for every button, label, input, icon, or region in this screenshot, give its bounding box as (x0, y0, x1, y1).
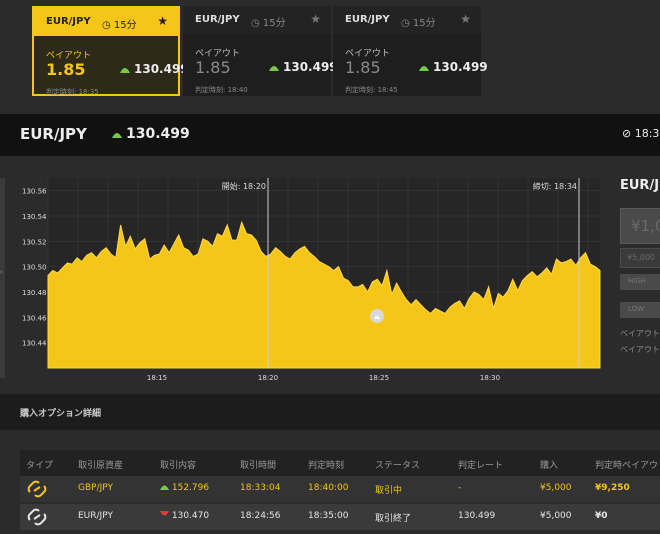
rate-up-icon (160, 485, 169, 490)
option-card-1[interactable]: EUR/JPY ◷ 15分 ★ ペイアウト 1.85 130.499 判定時刻:… (32, 6, 189, 96)
x-tick-label: 18:20 (258, 374, 278, 382)
favorite-star-icon[interactable]: ★ (157, 14, 168, 28)
details-section-title: 購入オプション詳細 (0, 394, 660, 430)
cell-status: 取引中 (375, 486, 403, 496)
link-type-icon (27, 508, 47, 526)
y-tick-label: 130.46 (22, 314, 47, 322)
col-type: タイプ (26, 461, 54, 471)
y-tick-label: 130.48 (22, 289, 47, 297)
countdown-clock: ⊘ 18:35 (622, 127, 660, 140)
favorite-star-icon[interactable]: ★ (310, 12, 321, 26)
panel-payout-note: ペイアウト (620, 345, 660, 354)
card-duration: ◷ 15分 (401, 18, 436, 29)
start-label: 開始: 18:20 (222, 181, 266, 191)
y-tick-label: 130.56 (22, 188, 47, 196)
col-content: 取引内容 (160, 461, 197, 471)
card-rate: 130.499 (283, 60, 338, 74)
rate-up-icon (419, 66, 429, 71)
col-judge-rate: 判定レート (458, 461, 504, 471)
rate-up-icon (120, 68, 130, 73)
favorite-star-icon[interactable]: ★ (460, 12, 471, 26)
card-pair: EUR/JPY (46, 16, 91, 27)
end-label: 締切: 18:34 (533, 181, 577, 191)
judge-time: 判定時刻: 18:35 (46, 88, 99, 96)
card-header: EUR/JPY ◷ 15分 ★ (333, 6, 481, 34)
col-time: 取引時間 (240, 461, 277, 471)
cell-content: 130.470 (160, 511, 209, 521)
amount-input[interactable]: ¥1,000 (620, 208, 660, 244)
card-duration: ◷ 15分 (251, 18, 286, 29)
cell-judge-time: 18:35:00 (308, 511, 349, 521)
cell-asset: GBP/JPY (78, 483, 113, 493)
col-payout: 判定時ペイアウト (595, 461, 660, 471)
chart-area: › 開始: 18:20 締切: 18:34 130.56 130.54 130.52… (0, 156, 660, 394)
no-entry-icon: ⊘ (622, 127, 632, 140)
cell-payout: ¥0 (595, 511, 608, 521)
cell-content: 152.796 (160, 483, 209, 493)
y-tick-label: 130.44 (22, 340, 47, 348)
cell-payout: ¥9,250 (595, 483, 630, 493)
price-chart: 開始: 18:20 締切: 18:34 130.56130.54130.5213… (22, 178, 601, 382)
x-tick-label: 18:25 (369, 374, 389, 382)
payout-value: 1.85 (195, 58, 231, 77)
card-duration: ◷ 15分 (102, 20, 137, 31)
col-judge-time: 判定時刻 (308, 461, 345, 471)
payout-value: 1.85 (46, 60, 86, 79)
judge-time: 判定時刻: 18:40 (195, 86, 248, 94)
judge-time: 判定時刻: 18:45 (345, 86, 398, 94)
col-buy: 購入 (540, 461, 559, 471)
cell-time: 18:33:04 (240, 483, 281, 493)
app-root: EUR/JPY ◷ 15分 ★ ペイアウト 1.85 130.499 判定時刻:… (0, 0, 660, 534)
card-header: EUR/JPY ◷ 15分 ★ (183, 6, 331, 34)
panel-pair: EUR/JPY (620, 178, 660, 193)
x-tick-label: 18:30 (480, 374, 500, 382)
table-header: タイプ 取引原資産 取引内容 取引時間 判定時刻 ステータス 判定レート 購入 … (20, 450, 660, 476)
cell-judge-rate: - (458, 483, 462, 493)
option-cards: EUR/JPY ◷ 15分 ★ ペイアウト 1.85 130.499 判定時刻:… (0, 0, 660, 112)
x-axis: 18:15 18:20 18:25 18:30 (147, 374, 500, 382)
payout-value: 1.85 (345, 58, 381, 77)
option-card-2[interactable]: EUR/JPY ◷ 15分 ★ ペイアウト 1.85 130.499 判定時刻:… (183, 6, 338, 96)
cell-status: 取引終了 (375, 514, 412, 524)
instrument-pair: EUR/JPY (20, 125, 87, 143)
rate-up-icon (112, 133, 122, 138)
cell-judge-rate: 130.499 (458, 511, 496, 521)
instrument-rate: 130.499 (126, 126, 190, 142)
amount-preset[interactable]: ¥5,000 (620, 248, 660, 268)
col-asset: 取引原資産 (78, 461, 124, 471)
table-row[interactable]: GBP/JPY 152.796 18:33:04 18:40:00 取引中 - … (20, 476, 660, 502)
rate-up-icon (269, 66, 279, 71)
cell-buy: ¥5,000 (540, 511, 572, 521)
instrument-header: EUR/JPY 130.499 ⊘ 18:35 (0, 114, 660, 156)
y-tick-label: 130.54 (22, 213, 47, 221)
panel-payout-note: ペイアウト (620, 329, 660, 338)
table-row[interactable]: EUR/JPY 130.470 18:24:56 18:35:00 取引終了 1… (20, 504, 660, 530)
card-header: EUR/JPY ◷ 15分 ★ (34, 8, 178, 36)
y-tick-label: 130.52 (22, 238, 47, 246)
card-rate: 130.499 (134, 62, 189, 76)
card-rate: 130.499 (433, 60, 488, 74)
x-tick-label: 18:15 (147, 374, 167, 382)
entry-marker-icon (370, 309, 384, 323)
card-pair: EUR/JPY (345, 14, 390, 25)
high-button[interactable]: HIGH (620, 274, 660, 290)
cell-asset: EUR/JPY (78, 511, 113, 521)
link-type-icon (27, 480, 47, 498)
cell-buy: ¥5,000 (540, 483, 572, 493)
y-axis: 130.56 130.54 130.52 130.50 130.48 130.46 130.… (22, 188, 47, 348)
card-pair: EUR/JPY (195, 14, 240, 25)
trade-panel: EUR/JPY ¥1,000 ¥5,000 HIGH LOW ペイアウト ペイア… (608, 156, 660, 394)
cell-time: 18:24:56 (240, 511, 281, 521)
cell-judge-time: 18:40:00 (308, 483, 349, 493)
low-button[interactable]: LOW (620, 302, 660, 318)
option-card-3[interactable]: EUR/JPY ◷ 15分 ★ ペイアウト 1.85 130.499 判定時刻:… (333, 6, 488, 96)
col-status: ステータス (375, 461, 421, 471)
rate-down-icon (160, 511, 169, 516)
y-tick-label: 130.50 (22, 264, 47, 272)
